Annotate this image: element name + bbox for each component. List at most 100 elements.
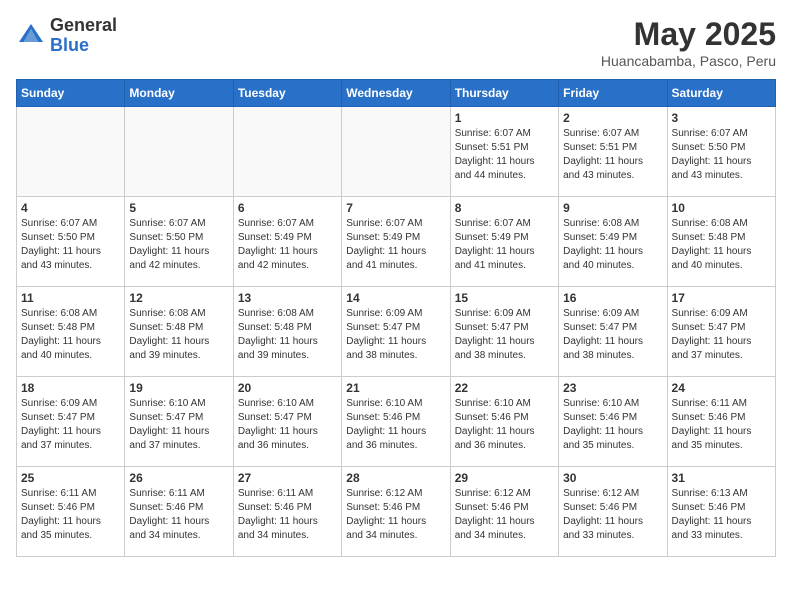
day-number: 24 <box>672 381 771 395</box>
day-info: Sunrise: 6:09 AM Sunset: 5:47 PM Dayligh… <box>21 397 120 453</box>
day-info: Sunrise: 6:08 AM Sunset: 5:49 PM Dayligh… <box>563 217 662 273</box>
month-title: May 2025 <box>601 16 776 53</box>
day-number: 17 <box>672 291 771 305</box>
location: Huancabamba, Pasco, Peru <box>601 53 776 69</box>
day-info: Sunrise: 6:07 AM Sunset: 5:50 PM Dayligh… <box>129 217 228 273</box>
day-number: 15 <box>455 291 554 305</box>
day-number: 25 <box>21 471 120 485</box>
logo-icon <box>16 21 46 51</box>
day-number: 28 <box>346 471 445 485</box>
weekday-header: Saturday <box>667 80 775 107</box>
calendar-week-row: 1 Sunrise: 6:07 AM Sunset: 5:51 PM Daylig… <box>17 107 776 197</box>
weekday-header: Thursday <box>450 80 558 107</box>
calendar-cell: 12 Sunrise: 6:08 AM Sunset: 5:48 PM Dayli… <box>125 287 233 377</box>
page-header: General Blue May 2025 Huancabamba, Pasco… <box>16 16 776 69</box>
calendar-cell: 29 Sunrise: 6:12 AM Sunset: 5:46 PM Dayli… <box>450 467 558 557</box>
calendar-cell: 4Sunrise: 6:07 AM Sunset: 5:50 PM Daylig… <box>17 197 125 287</box>
day-number: 27 <box>238 471 337 485</box>
day-number: 6 <box>238 201 337 215</box>
calendar-cell <box>17 107 125 197</box>
day-number: 21 <box>346 381 445 395</box>
weekday-header: Wednesday <box>342 80 450 107</box>
day-number: 14 <box>346 291 445 305</box>
calendar-cell <box>342 107 450 197</box>
day-number: 20 <box>238 381 337 395</box>
calendar-cell: 11Sunrise: 6:08 AM Sunset: 5:48 PM Dayli… <box>17 287 125 377</box>
day-number: 10 <box>672 201 771 215</box>
calendar-cell: 30Sunrise: 6:12 AM Sunset: 5:46 PM Dayli… <box>559 467 667 557</box>
day-number: 9 <box>563 201 662 215</box>
day-info: Sunrise: 6:09 AM Sunset: 5:47 PM Dayligh… <box>455 307 554 363</box>
day-info: Sunrise: 6:07 AM Sunset: 5:49 PM Dayligh… <box>455 217 554 273</box>
day-number: 1 <box>455 111 554 125</box>
day-number: 11 <box>21 291 120 305</box>
day-number: 29 <box>455 471 554 485</box>
day-info: Sunrise: 6:11 AM Sunset: 5:46 PM Dayligh… <box>21 487 120 543</box>
calendar-cell: 6Sunrise: 6:07 AM Sunset: 5:49 PM Daylig… <box>233 197 341 287</box>
day-info: Sunrise: 6:08 AM Sunset: 5:48 PM Dayligh… <box>238 307 337 363</box>
calendar-cell: 5Sunrise: 6:07 AM Sunset: 5:50 PM Daylig… <box>125 197 233 287</box>
day-info: Sunrise: 6:11 AM Sunset: 5:46 PM Dayligh… <box>129 487 228 543</box>
day-number: 23 <box>563 381 662 395</box>
logo-general: General <box>50 15 117 35</box>
calendar-cell: 25 Sunrise: 6:11 AM Sunset: 5:46 PM Dayli… <box>17 467 125 557</box>
calendar-cell <box>125 107 233 197</box>
day-info: Sunrise: 6:09 AM Sunset: 5:47 PM Dayligh… <box>563 307 662 363</box>
day-number: 12 <box>129 291 228 305</box>
calendar-week-row: 4 Sunrise: 6:07 AM Sunset: 5:50 PM Daylig… <box>17 197 776 287</box>
calendar-cell: 16 Sunrise: 6:09 AM Sunset: 5:47 PM Dayli… <box>559 287 667 377</box>
day-info: Sunrise: 6:09 AM Sunset: 5:47 PM Dayligh… <box>346 307 445 363</box>
calendar-cell: 22Sunrise: 6:10 AM Sunset: 5:46 PM Dayli… <box>450 377 558 467</box>
calendar-cell: 15 Sunrise: 6:09 AM Sunset: 5:47 PM Dayli… <box>450 287 558 377</box>
calendar-week-row: 25 Sunrise: 6:11 AM Sunset: 5:46 PM Dayli… <box>17 467 776 557</box>
day-info: Sunrise: 6:09 AM Sunset: 5:47 PM Dayligh… <box>672 307 771 363</box>
calendar-cell: 21Sunrise: 6:10 AM Sunset: 5:46 PM Dayli… <box>342 377 450 467</box>
weekday-header: Sunday <box>17 80 125 107</box>
day-number: 13 <box>238 291 337 305</box>
day-number: 2 <box>563 111 662 125</box>
logo-blue: Blue <box>50 35 89 55</box>
day-number: 3 <box>672 111 771 125</box>
calendar-cell: 31 Sunrise: 6:13 AM Sunset: 5:46 PM Dayli… <box>667 467 775 557</box>
day-number: 31 <box>672 471 771 485</box>
logo: General Blue <box>16 16 117 56</box>
day-info: Sunrise: 6:07 AM Sunset: 5:49 PM Dayligh… <box>346 217 445 273</box>
calendar-cell: 2 Sunrise: 6:07 AM Sunset: 5:51 PM Daylig… <box>559 107 667 197</box>
day-number: 26 <box>129 471 228 485</box>
day-info: Sunrise: 6:08 AM Sunset: 5:48 PM Dayligh… <box>129 307 228 363</box>
calendar-cell: 19Sunrise: 6:10 AM Sunset: 5:47 PM Dayli… <box>125 377 233 467</box>
calendar-cell: 7 Sunrise: 6:07 AM Sunset: 5:49 PM Daylig… <box>342 197 450 287</box>
day-number: 8 <box>455 201 554 215</box>
calendar-cell: 9 Sunrise: 6:08 AM Sunset: 5:49 PM Daylig… <box>559 197 667 287</box>
calendar-cell: 23Sunrise: 6:10 AM Sunset: 5:46 PM Dayli… <box>559 377 667 467</box>
calendar-cell: 26 Sunrise: 6:11 AM Sunset: 5:46 PM Dayli… <box>125 467 233 557</box>
day-number: 18 <box>21 381 120 395</box>
logo-text: General Blue <box>50 16 117 56</box>
day-number: 4 <box>21 201 120 215</box>
calendar-cell: 14 Sunrise: 6:09 AM Sunset: 5:47 PM Dayli… <box>342 287 450 377</box>
calendar-cell: 27Sunrise: 6:11 AM Sunset: 5:46 PM Dayli… <box>233 467 341 557</box>
calendar-cell: 10Sunrise: 6:08 AM Sunset: 5:48 PM Dayli… <box>667 197 775 287</box>
calendar-table: SundayMondayTuesdayWednesdayThursdayFrid… <box>16 79 776 557</box>
day-number: 19 <box>129 381 228 395</box>
day-number: 7 <box>346 201 445 215</box>
day-info: Sunrise: 6:12 AM Sunset: 5:46 PM Dayligh… <box>455 487 554 543</box>
day-info: Sunrise: 6:12 AM Sunset: 5:46 PM Dayligh… <box>346 487 445 543</box>
weekday-header-row: SundayMondayTuesdayWednesdayThursdayFrid… <box>17 80 776 107</box>
day-info: Sunrise: 6:13 AM Sunset: 5:46 PM Dayligh… <box>672 487 771 543</box>
calendar-cell: 8 Sunrise: 6:07 AM Sunset: 5:49 PM Daylig… <box>450 197 558 287</box>
weekday-header: Friday <box>559 80 667 107</box>
title-area: May 2025 Huancabamba, Pasco, Peru <box>601 16 776 69</box>
calendar-week-row: 11 Sunrise: 6:08 AM Sunset: 5:48 PM Dayli… <box>17 287 776 377</box>
calendar-week-row: 18 Sunrise: 6:09 AM Sunset: 5:47 PM Dayli… <box>17 377 776 467</box>
day-info: Sunrise: 6:07 AM Sunset: 5:51 PM Dayligh… <box>563 127 662 183</box>
day-number: 22 <box>455 381 554 395</box>
day-info: Sunrise: 6:11 AM Sunset: 5:46 PM Dayligh… <box>672 397 771 453</box>
calendar-cell <box>233 107 341 197</box>
day-info: Sunrise: 6:10 AM Sunset: 5:47 PM Dayligh… <box>238 397 337 453</box>
day-number: 16 <box>563 291 662 305</box>
day-info: Sunrise: 6:07 AM Sunset: 5:51 PM Dayligh… <box>455 127 554 183</box>
calendar-cell: 28 Sunrise: 6:12 AM Sunset: 5:46 PM Dayli… <box>342 467 450 557</box>
calendar-cell: 1 Sunrise: 6:07 AM Sunset: 5:51 PM Daylig… <box>450 107 558 197</box>
day-info: Sunrise: 6:12 AM Sunset: 5:46 PM Dayligh… <box>563 487 662 543</box>
